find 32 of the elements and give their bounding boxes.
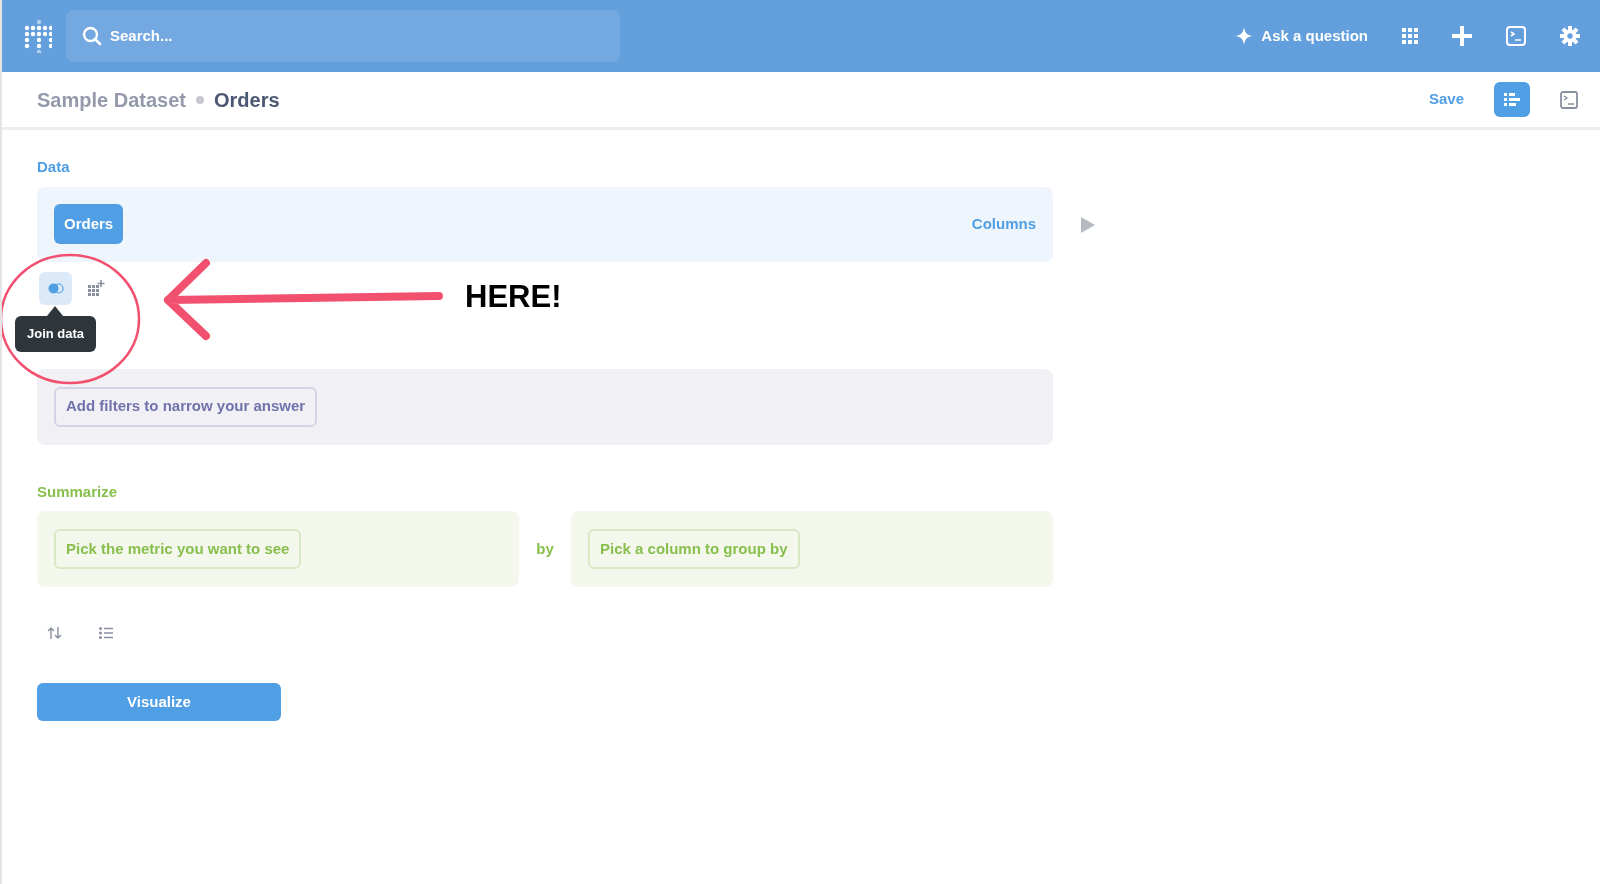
sort-icon[interactable]	[47, 626, 63, 640]
table-button[interactable]: Orders	[54, 204, 124, 244]
breadcrumb-link[interactable]: Sample Dataset	[37, 84, 186, 115]
section-heading: Summarize	[37, 481, 119, 502]
by-label: by	[535, 538, 555, 559]
visualize-button[interactable]: Visualize	[37, 683, 281, 721]
apps-grid-icon[interactable]	[1402, 28, 1418, 44]
terminal-icon[interactable]	[1560, 90, 1578, 109]
search-icon	[82, 26, 102, 46]
columns-link[interactable]: Columns	[971, 212, 1036, 236]
notebook-toggle[interactable]	[1494, 82, 1530, 117]
metric-picker-button[interactable]: Pick the metric you want to see	[54, 529, 302, 569]
settings-icon[interactable]	[1560, 26, 1580, 46]
plus-icon[interactable]	[1452, 26, 1472, 46]
add-filter-button[interactable]: Add filters to narrow your answer	[54, 386, 318, 427]
section-heading: Data	[37, 157, 71, 177]
play-icon[interactable]	[1081, 216, 1095, 233]
search-field[interactable]: Search...	[66, 10, 620, 62]
join-button[interactable]	[39, 271, 72, 305]
breadcrumb-separator	[195, 95, 204, 104]
annotation-text: HERE!	[465, 281, 562, 312]
sparkle-icon	[1235, 27, 1254, 45]
grid-plus-icon	[88, 279, 105, 297]
tooltip: Join data	[15, 316, 97, 352]
list-icon[interactable]	[99, 627, 113, 639]
overlapping-circles-icon	[47, 282, 64, 294]
group-by-picker-button[interactable]: Pick a column to group by	[588, 529, 800, 569]
logo-icon[interactable]	[24, 19, 52, 53]
list-icon	[1504, 92, 1520, 107]
breadcrumb-current: Orders	[213, 87, 280, 113]
save-button[interactable]: Save	[1428, 88, 1464, 111]
ask-question-button[interactable]: Ask a question	[1235, 24, 1368, 48]
